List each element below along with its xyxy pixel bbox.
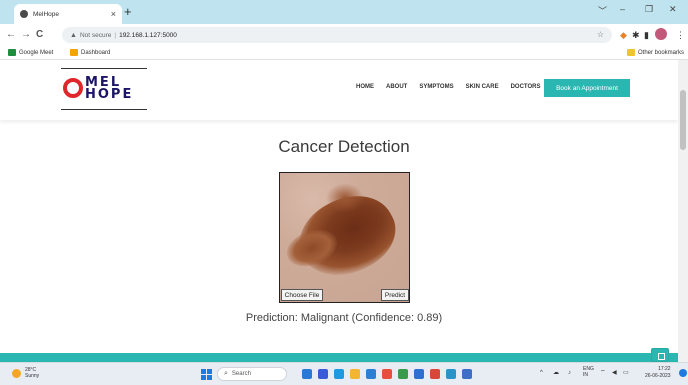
book-appointment-button[interactable]: Book an Appointment [544, 79, 630, 97]
address-separator: | [114, 31, 117, 39]
file-explorer-icon[interactable] [350, 369, 360, 379]
folder-icon [627, 49, 635, 56]
forward-icon[interactable]: → [21, 29, 31, 41]
bookmarks-bar: Google Meet Dashboard Other bookmarks [0, 46, 688, 60]
warning-icon: ▲ [70, 31, 77, 39]
browser-menu-icon[interactable]: ⋮ [676, 29, 685, 41]
notification-icon[interactable] [679, 369, 687, 377]
microphone-icon[interactable]: ♪ [568, 369, 571, 377]
language-indicator[interactable]: ENG IN [583, 366, 594, 378]
window-close-icon[interactable]: ✕ [669, 4, 677, 15]
page-viewport: MEL HOPE HOME ABOUT SYMPTOMS SKIN CARE D… [0, 60, 678, 362]
site-nav: HOME ABOUT SYMPTOMS SKIN CARE DOCTORS [356, 84, 553, 90]
logo-word-hope: HOPE [85, 87, 134, 102]
extensions-puzzle-icon[interactable]: ✱ [632, 29, 640, 41]
tray-chevron-icon[interactable]: ^ [540, 369, 543, 377]
security-label: Not secure [79, 31, 112, 39]
bookmark-label: Dashboard [81, 49, 111, 56]
sun-icon [12, 368, 21, 378]
search-icon: ⌕ [224, 370, 228, 377]
footer-band [0, 353, 678, 362]
dashboard-icon [70, 49, 78, 56]
chrome-icon[interactable] [382, 369, 392, 379]
google-meet-icon [8, 49, 16, 56]
vscode-icon[interactable] [414, 369, 424, 379]
other-bookmarks[interactable]: Other bookmarks [627, 49, 684, 56]
bookmark-label: Google Meet [19, 49, 54, 56]
site-favicon-icon [20, 10, 28, 18]
predict-button[interactable]: Predict [381, 289, 409, 301]
bookmark-star-icon[interactable]: ☆ [597, 30, 604, 39]
weather-widget[interactable]: 28°C Sunny [12, 367, 39, 379]
reload-icon[interactable]: C [36, 29, 43, 41]
scrollbar-thumb[interactable] [680, 90, 686, 150]
minimize-icon[interactable]: – [620, 4, 625, 14]
taskbar-search[interactable]: ⌕ Search [217, 367, 287, 381]
photos-icon[interactable] [446, 369, 456, 379]
battery-icon[interactable]: ▭ [623, 369, 629, 377]
browser-tab[interactable]: MelHope × [14, 4, 122, 24]
onedrive-icon[interactable]: ☁ [553, 369, 559, 377]
logo-rule-bottom [61, 109, 147, 110]
notepad-icon[interactable] [462, 369, 472, 379]
new-tab-icon[interactable]: + [124, 5, 132, 19]
app-icon[interactable] [430, 369, 440, 379]
tab-search-icon[interactable]: ﹀ [598, 4, 607, 17]
url-text: 192.168.1.127:5000 [119, 31, 177, 39]
site-header: MEL HOPE HOME ABOUT SYMPTOMS SKIN CARE D… [0, 60, 678, 120]
uploaded-skin-image [279, 172, 410, 303]
lesion-shape [326, 183, 364, 213]
chrome-profile-icon[interactable] [398, 369, 408, 379]
tab-title: MelHope [33, 10, 60, 18]
taskbar-search-label: Search [231, 371, 251, 377]
melhope-logo[interactable]: MEL HOPE [61, 68, 147, 110]
nav-symptoms[interactable]: SYMPTOMS [419, 84, 453, 90]
store-icon[interactable] [366, 369, 376, 379]
clock-date: 26-06-2023 [645, 373, 671, 379]
prediction-result: Prediction: Malignant (Confidence: 0.89) [245, 312, 443, 324]
bookmark-dashboard[interactable]: Dashboard [70, 49, 110, 56]
nav-home[interactable]: HOME [356, 84, 374, 90]
nav-doctors[interactable]: DOCTORS [511, 84, 541, 90]
windows-start-icon[interactable] [201, 369, 212, 380]
taskbar-clock[interactable]: 17:22 26-06-2023 [645, 366, 671, 380]
browser-tab-strip: MelHope × + ﹀ – ❐ ✕ [0, 0, 688, 24]
task-view-icon[interactable] [302, 369, 312, 379]
browser-toolbar: ← → C ▲ Not secure | 192.168.1.127:5000 … [0, 24, 688, 46]
windows-taskbar: 28°C Sunny ⌕ Search ^ ☁ ♪ ENG IN ⌔ ◀ ▭ 17… [0, 362, 688, 385]
profile-avatar[interactable] [655, 28, 667, 40]
maximize-icon[interactable]: ❐ [645, 4, 653, 15]
nav-skin-care[interactable]: SKIN CARE [466, 84, 499, 90]
other-bookmarks-label: Other bookmarks [638, 49, 685, 56]
metamask-extension-icon[interactable]: ◆ [620, 29, 627, 41]
address-bar[interactable]: ▲ Not secure | 192.168.1.127:5000 ☆ [62, 27, 612, 43]
tab-close-icon[interactable]: × [111, 9, 116, 19]
bookmark-google-meet[interactable]: Google Meet [8, 49, 53, 56]
edge-icon[interactable] [334, 369, 344, 379]
page-title: Cancer Detection [278, 137, 410, 156]
side-panel-icon[interactable]: ▮ [644, 29, 649, 41]
nav-about[interactable]: ABOUT [386, 84, 407, 90]
back-to-top-button[interactable] [651, 348, 669, 362]
chat-icon[interactable] [318, 369, 328, 379]
back-icon[interactable]: ← [6, 29, 16, 41]
volume-icon[interactable]: ◀ [612, 369, 617, 377]
wifi-icon[interactable]: ⌔ [600, 369, 606, 377]
page-scrollbar[interactable] [678, 60, 688, 362]
logo-rule-top [61, 68, 147, 69]
choose-file-button[interactable]: Choose File [281, 289, 323, 301]
clock-time: 17:22 [658, 366, 671, 372]
weather-description: Sunny [25, 373, 40, 379]
logo-ring-icon [63, 78, 83, 98]
